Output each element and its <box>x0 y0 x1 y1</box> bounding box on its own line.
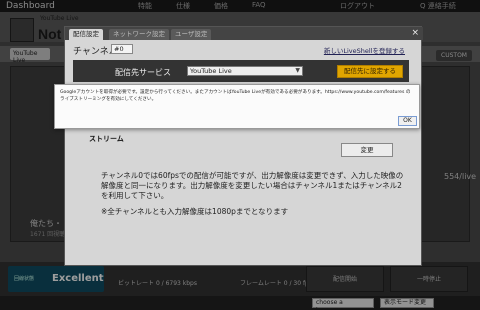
resolution-note: ※全チャンネルとも入力解像度は1080pまでとなります <box>101 207 289 216</box>
service-section: 配信先サービス YouTube Live ▼ 配信先に設定する <box>73 60 409 82</box>
close-icon[interactable]: × <box>411 28 419 38</box>
stream-label: ストリーム <box>89 135 124 143</box>
service-select[interactable]: YouTube Live ▼ <box>187 66 303 76</box>
ok-button[interactable]: OK <box>398 116 417 126</box>
modal-tab-bar: 配信設定 ネットワーク設定 ユーザ設定 × <box>65 27 423 40</box>
channel-info-text: チャンネル0では60fpsでの配信が可能ですが、出力解像度は変更できず、入力した… <box>101 171 404 200</box>
alert-message: Googleアカウントを取得が必要です。設定から行ってください。またアカウントは… <box>60 90 411 102</box>
set-destination-button[interactable]: 配信先に設定する <box>337 65 403 78</box>
alert-dialog: Googleアカウントを取得が必要です。設定から行ってください。またアカウントは… <box>54 84 420 129</box>
settings-modal: 配信設定 ネットワーク設定 ユーザ設定 × チャンネル #0 新しいLiveSh… <box>64 26 423 266</box>
service-select-value: YouTube Live <box>190 67 232 75</box>
tab-stream-settings[interactable]: 配信設定 <box>69 29 103 40</box>
chevron-down-icon: ▼ <box>295 67 300 74</box>
service-label: 配信先サービス <box>115 68 171 77</box>
register-new-liveshell-link[interactable]: 新しいLiveShellを登録する <box>324 45 405 55</box>
tab-user-settings[interactable]: ユーザ設定 <box>171 29 212 40</box>
tab-network-settings[interactable]: ネットワーク設定 <box>109 29 169 40</box>
channel-select[interactable]: #0 <box>111 44 133 54</box>
change-button[interactable]: 変更 <box>341 143 393 157</box>
